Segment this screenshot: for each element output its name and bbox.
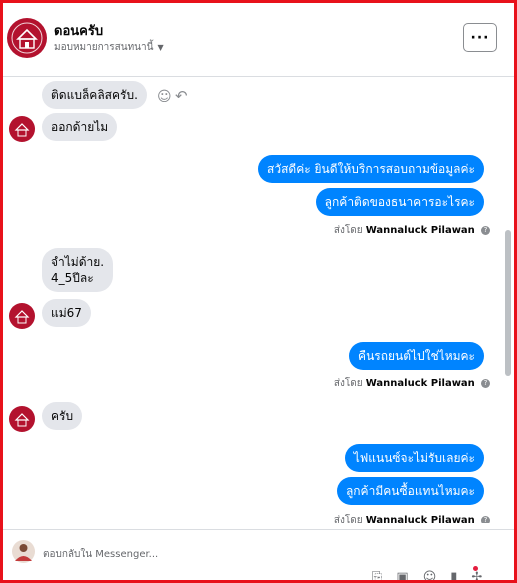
help-icon[interactable]: ? (481, 378, 490, 388)
sent-by-name[interactable]: Wannaluck Pilawan (366, 515, 475, 523)
sent-by-label: ส่งโดย Wannaluck Pilawan ? (334, 376, 490, 391)
conversation-window: ดอนครับ มอบหมายการสนทนานี้ ▼ ··· ติดแบล็… (0, 0, 517, 583)
sent-by-label: ส่งโดย Wannaluck Pilawan ? (334, 223, 490, 238)
sender-avatar (9, 303, 35, 329)
sender-avatar (9, 406, 35, 432)
message-outgoing[interactable]: ลูกค้าติดของธนาคารอะไรคะ (315, 188, 484, 216)
message-outgoing[interactable]: สวัสดีค่ะ ยินดีให้บริการสอบถามข้อมูลค่ะ (258, 155, 484, 183)
message-line: 4_5ปีละ (51, 271, 94, 285)
message-incoming[interactable]: ครับ (42, 402, 83, 430)
message-incoming[interactable]: จำไม่ด้าย. 4_5ปีละ (42, 248, 114, 292)
more-options-icon: ··· (470, 29, 490, 46)
reply-composer: ตอบกลับใน Messenger... ⎘ ▣ ☺ ▮ ✢ (3, 529, 514, 580)
sent-by-prefix: ส่งโดย (333, 378, 363, 389)
sent-by-label: ส่งโดย Wannaluck Pilawan ? (334, 513, 490, 523)
conversation-title[interactable]: ดอนครับ (54, 20, 103, 41)
message-outgoing[interactable]: ลูกค้ามีคนซื้อแทนไหมคะ (336, 477, 484, 505)
message-incoming[interactable]: แม่67 (42, 299, 91, 327)
sent-by-name[interactable]: Wannaluck Pilawan (366, 378, 475, 389)
composer-toolbar: ⎘ ▣ ☺ ▮ ✢ (372, 570, 482, 580)
conversation-header: ดอนครับ มอบหมายการสนทนานี้ ▼ ··· (3, 3, 514, 77)
sent-by-prefix: ส่งโดย (333, 515, 363, 523)
reply-input[interactable]: ตอบกลับใน Messenger... (43, 547, 158, 562)
sent-by-prefix: ส่งโดย (333, 225, 363, 236)
attachment-icon[interactable]: ⎘ (372, 570, 382, 580)
assign-label: มอบหมายการสนทนานี้ (54, 42, 154, 53)
sent-by-name[interactable]: Wannaluck Pilawan (366, 225, 475, 236)
message-incoming[interactable]: ออกด้ายไม (42, 113, 118, 141)
message-list[interactable]: ติดแบล็คลิสครับ. ☺ ↶ ออกด้ายไม สวัสดีค่ะ… (3, 78, 514, 523)
saved-replies-icon[interactable]: ▣ (396, 570, 408, 580)
message-incoming[interactable]: ติดแบล็คลิสครับ. (42, 81, 147, 109)
reply-arrow-icon[interactable]: ↶ (175, 87, 188, 105)
emoji-icon[interactable]: ☺ (423, 570, 437, 580)
smiley-icon[interactable]: ☺ (157, 89, 172, 105)
more-icon[interactable]: ✢ (471, 570, 482, 580)
chevron-down-icon: ▼ (157, 43, 164, 52)
sender-avatar (9, 116, 35, 142)
assign-conversation[interactable]: มอบหมายการสนทนานี้ ▼ (54, 40, 164, 55)
notification-dot (473, 566, 478, 571)
more-options-button[interactable]: ··· (463, 23, 497, 52)
user-avatar (12, 540, 35, 563)
like-icon[interactable]: ▮ (450, 570, 457, 580)
message-outgoing[interactable]: คืนรถยนต์ไปใช่ไหมคะ (349, 342, 484, 370)
message-outgoing[interactable]: ไฟแนนซ์จะไม่รับเลยค่ะ (344, 444, 484, 472)
scrollbar-thumb[interactable] (505, 230, 511, 376)
page-avatar[interactable] (7, 18, 47, 58)
help-icon[interactable]: ? (481, 515, 490, 523)
help-icon[interactable]: ? (481, 225, 490, 235)
message-line: จำไม่ด้าย. (51, 255, 105, 269)
